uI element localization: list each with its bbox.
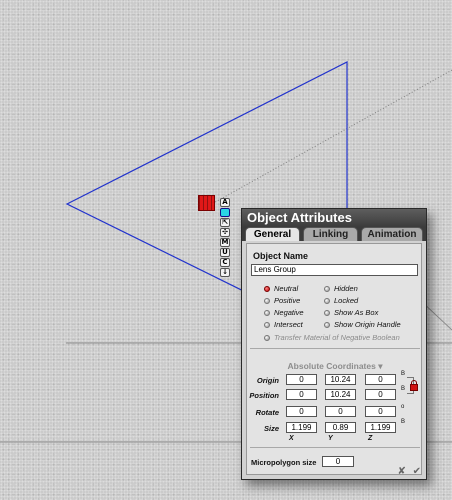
size-label: Size bbox=[263, 424, 279, 433]
checkbox-show-origin-handle[interactable]: Show Origin Handle bbox=[324, 320, 401, 329]
checkbox-transfer-material[interactable]: Transfer Material of Negative Boolean bbox=[264, 333, 400, 342]
tab-bar: General Linking Animation bbox=[242, 227, 426, 241]
tab-linking[interactable]: Linking bbox=[303, 227, 358, 241]
checkbox-dot-icon bbox=[324, 286, 330, 293]
object-attributes-panel: Object Attributes General Linking Animat… bbox=[241, 208, 427, 480]
radio-dot-icon bbox=[264, 310, 270, 317]
origin-y-field[interactable]: 10.24 bbox=[325, 374, 356, 385]
micropolygon-size-field[interactable]: 0 bbox=[322, 456, 354, 467]
size-z-field[interactable]: 1.199 bbox=[365, 422, 396, 433]
coordinates-dropdown[interactable]: Absolute Coordinates ▾ bbox=[247, 361, 423, 372]
arrange-tool-button[interactable]: A bbox=[220, 198, 230, 207]
object-tool-strip: A ⇱ ✣ M U C ↓ bbox=[220, 198, 231, 278]
axis-y-label: Y bbox=[328, 435, 333, 442]
position-y-field[interactable]: 10.24 bbox=[325, 389, 356, 400]
position-z-field[interactable]: 0 bbox=[365, 389, 396, 400]
radio-positive[interactable]: Positive bbox=[264, 296, 300, 305]
divider bbox=[250, 447, 420, 448]
copy-tool-button[interactable]: C bbox=[220, 258, 230, 267]
checkbox-dot-icon bbox=[324, 298, 330, 305]
size-y-field[interactable]: 0.89 bbox=[325, 422, 356, 433]
color-swatch-button[interactable] bbox=[220, 208, 230, 217]
position-suffix: B bbox=[401, 386, 406, 392]
divider bbox=[250, 348, 420, 349]
micropolygon-label: Micropolygon size bbox=[251, 458, 317, 467]
position-label: Position bbox=[249, 391, 279, 400]
checkbox-locked[interactable]: Locked bbox=[324, 296, 358, 305]
origin-x-field[interactable]: 0 bbox=[286, 374, 317, 385]
size-suffix: B bbox=[401, 419, 406, 425]
tab-animation[interactable]: Animation bbox=[361, 227, 423, 241]
checkmark-icon[interactable]: ✔ bbox=[413, 466, 421, 477]
grid-line-top bbox=[209, 69, 452, 206]
chevron-down-icon: ▾ bbox=[378, 361, 383, 371]
rotate-label: Rotate bbox=[255, 408, 279, 417]
lock-icon[interactable] bbox=[410, 380, 418, 391]
drop-tool-button[interactable]: ↓ bbox=[220, 268, 230, 277]
panel-footer: ✘ ✔ bbox=[393, 466, 421, 477]
radio-dot-icon bbox=[264, 298, 270, 305]
general-tab-body: Object Name Lens Group Neutral Positive … bbox=[246, 243, 422, 475]
close-icon[interactable]: ✘ bbox=[397, 466, 405, 477]
object-name-label: Object Name bbox=[253, 251, 309, 261]
size-x-field[interactable]: 1.199 bbox=[286, 422, 317, 433]
material-tool-button[interactable]: M bbox=[220, 238, 230, 247]
radio-dot-icon bbox=[264, 286, 270, 293]
origin-z-field[interactable]: 0 bbox=[365, 374, 396, 385]
axis-x-label: X bbox=[289, 435, 294, 442]
object-name-field[interactable]: Lens Group bbox=[251, 264, 418, 276]
rotate-y-field[interactable]: 0 bbox=[325, 406, 356, 417]
checkbox-show-as-box[interactable]: Show As Box bbox=[324, 308, 378, 317]
rotate-z-field[interactable]: 0 bbox=[365, 406, 396, 417]
axis-z-label: Z bbox=[368, 435, 373, 442]
move-tool-button[interactable]: ✣ bbox=[220, 228, 230, 237]
radio-intersect[interactable]: Intersect bbox=[264, 320, 303, 329]
rotate-x-field[interactable]: 0 bbox=[286, 406, 317, 417]
tab-general[interactable]: General bbox=[245, 227, 300, 241]
radio-dot-icon bbox=[264, 322, 270, 329]
rotate-suffix: o bbox=[401, 404, 405, 410]
ungroup-tool-button[interactable]: U bbox=[220, 248, 230, 257]
position-x-field[interactable]: 0 bbox=[286, 389, 317, 400]
origin-suffix: B bbox=[401, 371, 406, 377]
selected-object-handle[interactable] bbox=[198, 195, 215, 211]
checkbox-dot-icon bbox=[324, 322, 330, 329]
radio-negative[interactable]: Negative bbox=[264, 308, 304, 317]
panel-title[interactable]: Object Attributes bbox=[242, 209, 426, 227]
resize-tool-button[interactable]: ⇱ bbox=[220, 218, 230, 227]
origin-label: Origin bbox=[256, 376, 279, 385]
checkbox-dot-icon bbox=[324, 310, 330, 317]
checkbox-dot-icon bbox=[264, 335, 270, 342]
radio-neutral[interactable]: Neutral bbox=[264, 284, 298, 293]
checkbox-hidden[interactable]: Hidden bbox=[324, 284, 358, 293]
